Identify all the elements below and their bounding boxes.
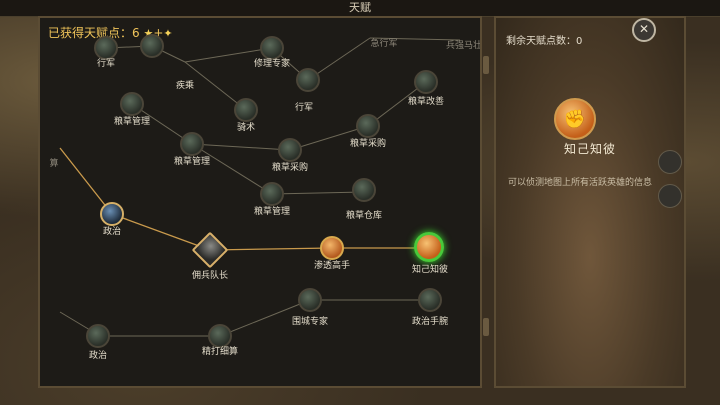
talent-node-swift-ride[interactable]: [140, 34, 164, 58]
talent-tree-panel[interactable]: 已获得天赋点：6 ★+✦ 行军 疾乘 修理专家 急行军 兵强马壮 粮草管理 骑术…: [38, 16, 482, 388]
talent-node-supply-mgmt-3[interactable]: [260, 182, 284, 206]
talent-node-political-skill[interactable]: [418, 288, 442, 312]
talent-node-supply-purchase-1[interactable]: [356, 114, 380, 138]
talent-label-march: 行军: [96, 59, 116, 69]
talent-label-swift-ride: 疾乘: [175, 81, 195, 91]
scroll-handle-bottom[interactable]: [483, 318, 489, 336]
window-title: 天赋: [0, 0, 720, 17]
talent-label-supply-improve: 粮草改善: [407, 97, 445, 107]
scroll-handle-top[interactable]: [483, 56, 489, 74]
side-button-2[interactable]: [658, 184, 682, 208]
points-earned-prefix: 已获得天赋点：: [48, 26, 133, 40]
talent-node-siege-expert[interactable]: [298, 288, 322, 312]
selected-talent-name: 知己知彼: [563, 142, 616, 156]
star-half-icon: ✦: [163, 27, 173, 40]
talent-label-know-the-enemy: 知己知彼: [411, 265, 449, 275]
talent-label-horsemanship: 骑术: [236, 123, 256, 133]
talent-label-supply-mgmt-3: 粮草管理: [253, 207, 291, 217]
talent-label-politics: 政治: [102, 227, 122, 237]
talent-label-siege-expert: 围城专家: [291, 317, 329, 327]
close-icon: ✕: [638, 22, 650, 36]
talent-label-supply-purchase-2: 粮草采购: [271, 163, 309, 173]
talent-detail-panel: 剩余天赋点数：0 ✊ 知己知彼 可以侦测地图上所有活跃英雄的信息: [494, 16, 686, 388]
talent-node-horsemanship[interactable]: [234, 98, 258, 122]
talent-label-supply-purchase-1: 粮草采购: [349, 139, 387, 149]
close-button[interactable]: ✕: [632, 18, 656, 42]
points-earned-value: 6: [132, 26, 140, 40]
talent-node-politics-2[interactable]: [86, 324, 110, 348]
talent-label-supply-mgmt-1: 粮草管理: [113, 117, 151, 127]
talent-label-granary: 粮草仓库: [345, 211, 383, 221]
fist-glyph: ✊: [563, 108, 587, 130]
talent-node-supply-mgmt-2[interactable]: [180, 132, 204, 156]
side-button-1[interactable]: [658, 150, 682, 174]
talent-node-march-2[interactable]: [296, 68, 320, 92]
talent-label-forced-march: 急行军: [370, 39, 398, 49]
talent-label-calc: 算: [49, 159, 59, 169]
talent-label-political-skill: 政治手腕: [411, 317, 449, 327]
remaining-points: 剩余天赋点数：0: [506, 36, 583, 47]
talent-label-infiltrator: 渗透高手: [313, 261, 351, 271]
talent-label-strong-army: 兵强马壮: [445, 41, 482, 51]
talent-node-supply-mgmt-1[interactable]: [120, 92, 144, 116]
talent-label-mercenary-captain: 佣兵队长: [191, 271, 229, 281]
talent-label-thrifty: 精打细算: [201, 347, 239, 357]
talent-node-supply-improve[interactable]: [414, 70, 438, 94]
talent-label-march-2: 行军: [294, 103, 314, 113]
selected-talent-description: 可以侦测地图上所有活跃英雄的信息: [508, 178, 653, 188]
talent-node-politics[interactable]: [100, 202, 124, 226]
talent-label-politics-2: 政治: [88, 351, 108, 361]
fist-icon: ✊: [554, 98, 596, 140]
talent-node-supply-purchase-2[interactable]: [278, 138, 302, 162]
talent-node-infiltrator[interactable]: [320, 236, 344, 260]
talent-label-repair-expert: 修理专家: [253, 59, 291, 69]
talent-node-know-the-enemy[interactable]: [414, 232, 444, 262]
talent-node-granary[interactable]: [352, 178, 376, 202]
talent-label-supply-mgmt-2: 粮草管理: [173, 157, 211, 167]
